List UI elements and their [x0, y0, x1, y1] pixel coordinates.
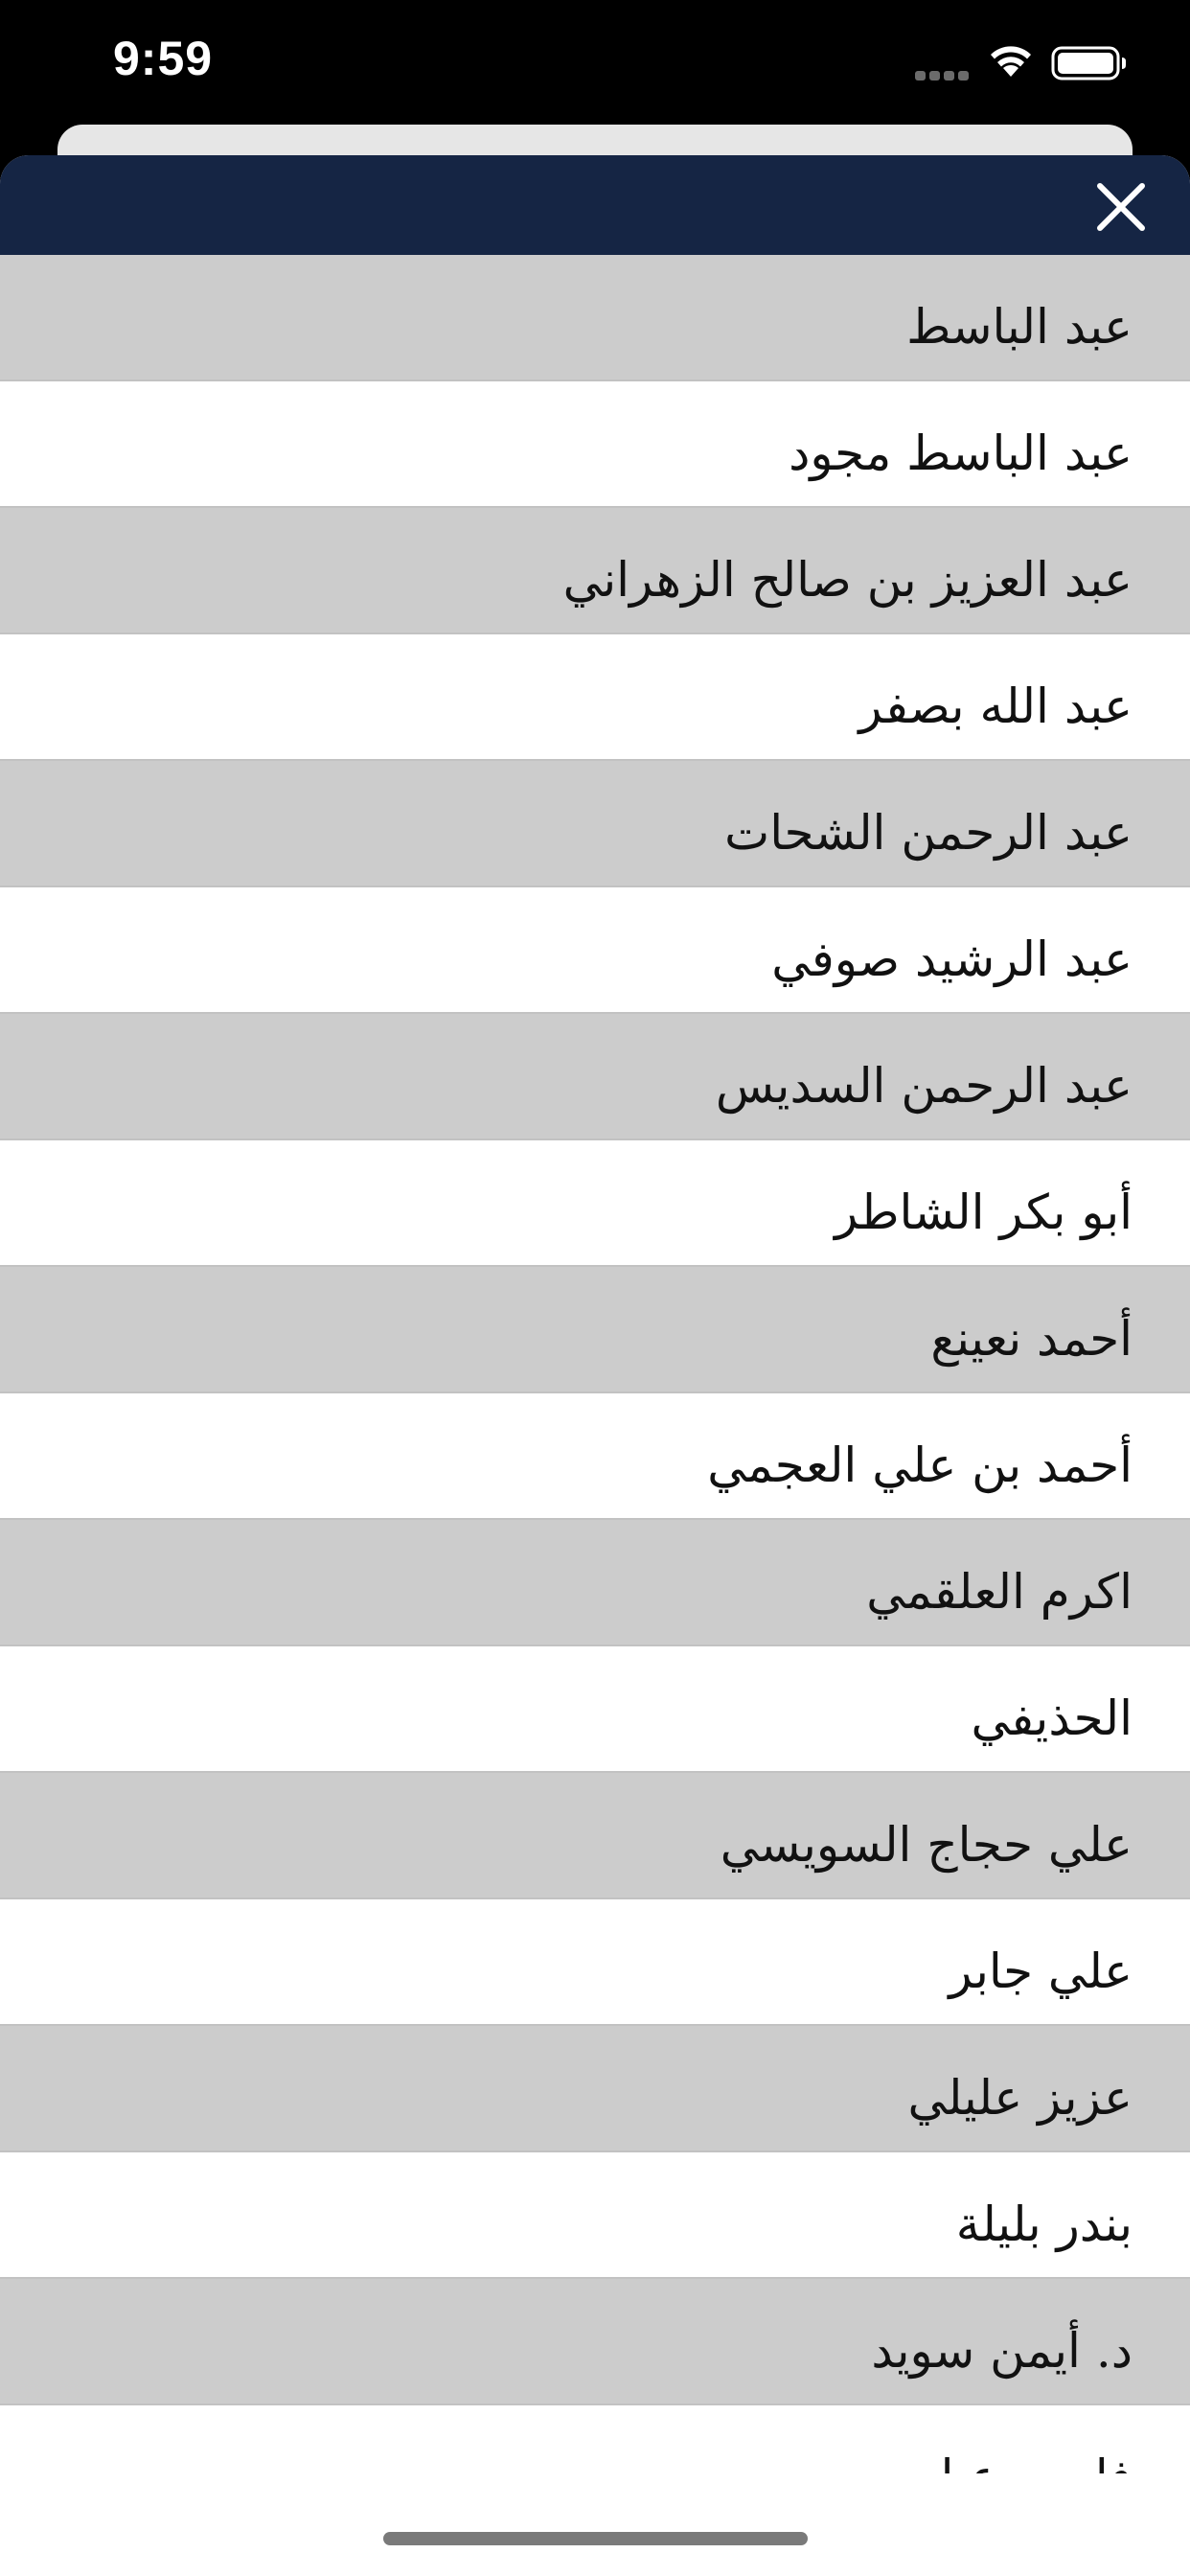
reciter-name: علي حجاج السويسي [720, 1817, 1133, 1873]
reciter-name: عبد الرحمن الشحات [724, 805, 1133, 861]
reciter-row[interactable]: عبد الباسط [0, 255, 1190, 381]
reciter-name: أبو بكر الشاطر [835, 1184, 1133, 1240]
reciter-row[interactable]: عبد الرحمن السديس [0, 1014, 1190, 1140]
reciter-row[interactable]: عبد العزيز بن صالح الزهراني [0, 508, 1190, 634]
reciter-row[interactable]: فارس عباد [0, 2405, 1190, 2473]
reciter-row[interactable]: أبو بكر الشاطر [0, 1140, 1190, 1267]
reciter-name: الحذيفي [971, 1690, 1133, 1746]
reciter-row[interactable]: أحمد نعينع [0, 1267, 1190, 1393]
reciter-name: اكرم العلقمي [866, 1564, 1133, 1620]
reciter-name: عزيز عليلي [907, 2070, 1133, 2126]
reciter-row[interactable]: أحمد بن علي العجمي [0, 1393, 1190, 1520]
reciter-row[interactable]: عبد الباسط مجود [0, 381, 1190, 508]
reciter-name: أحمد نعينع [930, 1311, 1133, 1367]
battery-icon [1051, 46, 1126, 80]
reciter-row[interactable]: عزيز عليلي [0, 2026, 1190, 2152]
home-indicator [383, 2532, 808, 2545]
reciter-name: عبد الرشيد صوفي [771, 932, 1133, 987]
close-icon[interactable] [1090, 176, 1152, 238]
reciter-row[interactable]: د. أيمن سويد [0, 2279, 1190, 2405]
reciter-name: فارس عباد [919, 2405, 1133, 2473]
wifi-icon [991, 46, 1031, 77]
reciter-row[interactable]: عبد الله بصفر [0, 634, 1190, 761]
reciter-picker-sheet: عبد الباسط عبد الباسط مجود عبد العزيز بن ص… [0, 155, 1190, 2576]
reciter-row[interactable]: عبد الرحمن الشحات [0, 761, 1190, 887]
reciter-list[interactable]: عبد الباسط عبد الباسط مجود عبد العزيز بن ص… [0, 255, 1190, 2473]
status-time: 9:59 [113, 32, 214, 85]
signal-dots-icon [915, 71, 969, 80]
reciter-name: د. أيمن سويد [871, 2323, 1133, 2379]
reciter-row[interactable]: عبد الرشيد صوفي [0, 887, 1190, 1014]
reciter-name: أحمد بن علي العجمي [707, 1438, 1133, 1493]
reciter-row[interactable]: بندر بليلة [0, 2152, 1190, 2279]
sheet-header [0, 155, 1190, 255]
reciter-name: عبد العزيز بن صالح الزهراني [562, 552, 1133, 608]
reciter-name: بندر بليلة [955, 2196, 1133, 2252]
reciter-row[interactable]: علي جابر [0, 1899, 1190, 2026]
status-bar: 9:59 [0, 0, 1190, 126]
reciter-row[interactable]: اكرم العلقمي [0, 1520, 1190, 1646]
reciter-name: علي جابر [949, 1944, 1133, 1999]
reciter-name: عبد الباسط مجود [789, 426, 1133, 481]
reciter-row[interactable]: الحذيفي [0, 1646, 1190, 1773]
reciter-name: عبد الرحمن السديس [715, 1058, 1133, 1114]
reciter-row[interactable]: علي حجاج السويسي [0, 1773, 1190, 1899]
reciter-name: عبد الباسط [906, 299, 1133, 355]
reciter-name: عبد الله بصفر [858, 678, 1133, 734]
